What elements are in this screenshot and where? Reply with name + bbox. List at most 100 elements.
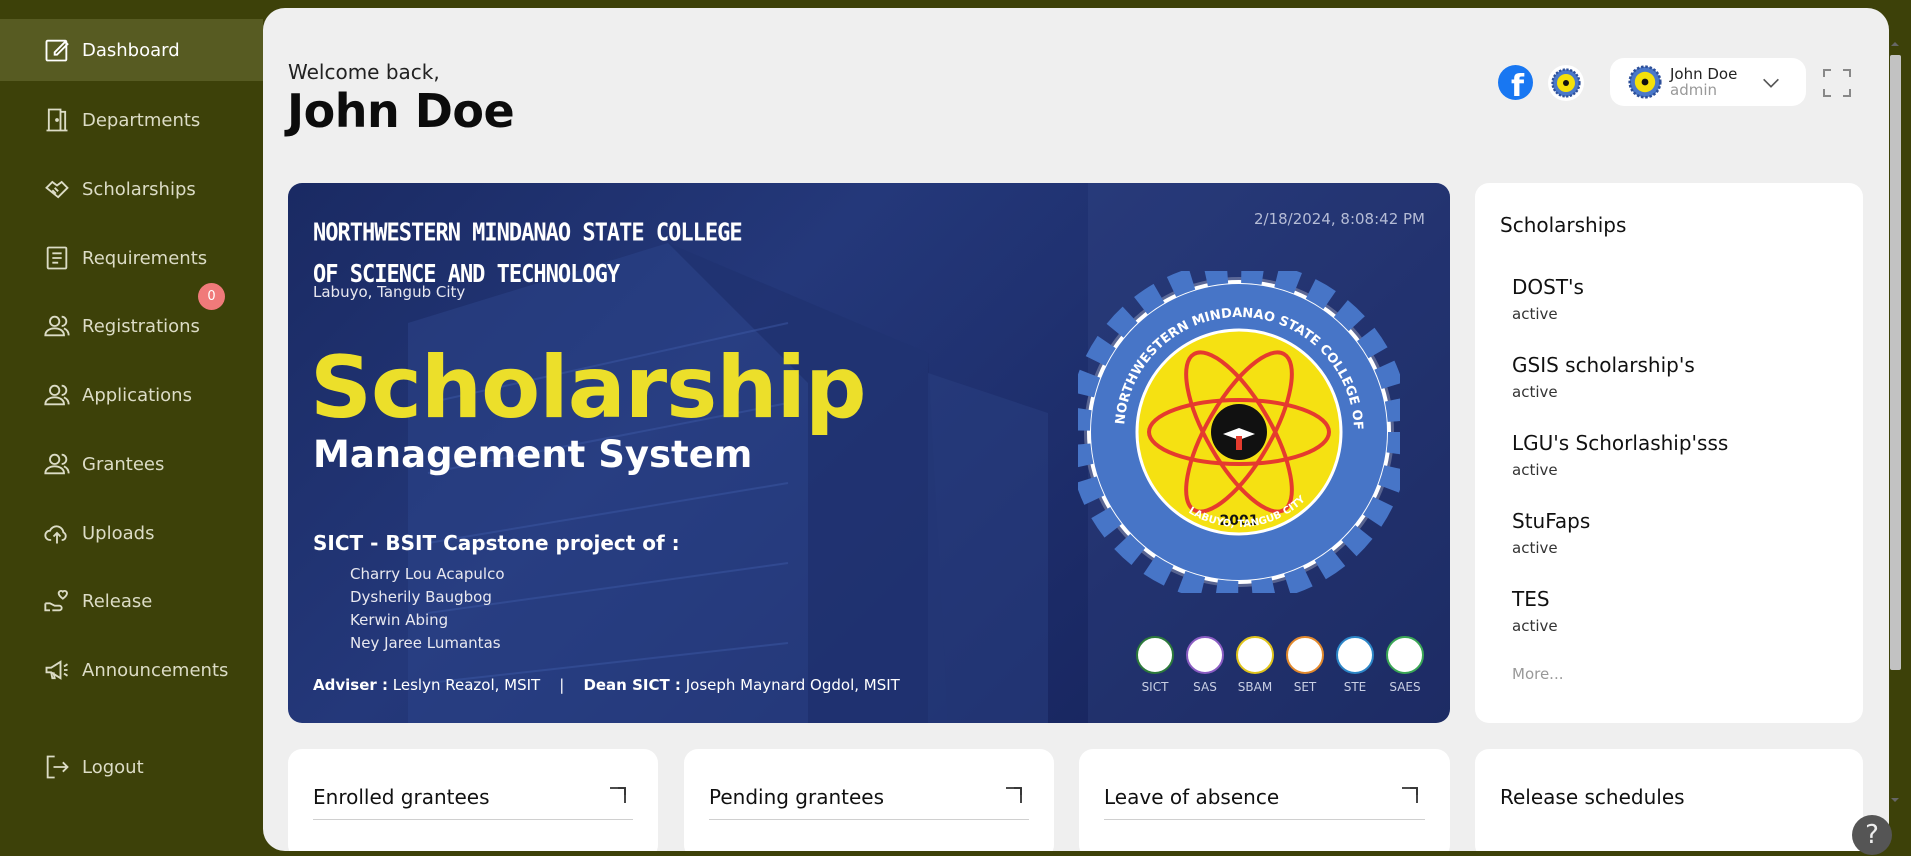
help-button[interactable]: ?	[1852, 815, 1892, 855]
separator: |	[559, 676, 565, 694]
pending-grantees-card: Pending grantees	[684, 749, 1054, 851]
sidebar-item-departments[interactable]: Departments	[0, 89, 263, 151]
scholarships-card: Scholarships DOST's active GSIS scholars…	[1475, 183, 1863, 723]
department-logo-set[interactable]: SET	[1286, 636, 1324, 694]
scholarship-name: StuFaps	[1512, 509, 1591, 533]
sidebar-item-label: Uploads	[82, 522, 155, 544]
scholarship-name: DOST's	[1512, 275, 1584, 299]
college-seal-logo: NORTHWESTERN MINDANAO STATE COLLEGE OF S…	[1078, 271, 1400, 593]
scholarship-item[interactable]: TES active	[1512, 587, 1558, 635]
users-icon	[41, 311, 72, 342]
facebook-icon[interactable]: f	[1498, 65, 1533, 100]
sidebar-item-label: Registrations	[82, 315, 200, 337]
scholarship-status: active	[1512, 617, 1558, 635]
card-title: Release schedules	[1500, 785, 1685, 809]
member-name: Dysherily Baugbog	[350, 588, 492, 606]
scrollbar-thumb[interactable]	[1890, 55, 1901, 670]
main-panel: Welcome back, John Doe f John Doe admin	[263, 8, 1889, 851]
sidebar-item-scholarships[interactable]: Scholarships	[0, 158, 263, 220]
registrations-count-badge: 0	[198, 283, 225, 310]
project-heading: SICT - BSIT Capstone project of :	[313, 531, 680, 555]
scholarship-item[interactable]: StuFaps active	[1512, 509, 1590, 557]
department-label: SBAM	[1237, 680, 1273, 694]
user-name: John Doe	[1670, 65, 1738, 83]
sidebar-item-dashboard[interactable]: Dashboard	[0, 19, 263, 81]
enrolled-grantees-card: Enrolled grantees	[288, 749, 658, 851]
department-logo-sict[interactable]: SICT	[1136, 636, 1174, 694]
scholarship-name: TES	[1512, 587, 1550, 611]
department-label: SAS	[1193, 680, 1217, 694]
scholarship-item[interactable]: LGU's Schorlaship'sss active	[1512, 431, 1728, 479]
chevron-down-icon[interactable]	[1760, 72, 1782, 94]
sidebar-item-announcements[interactable]: Announcements	[0, 639, 263, 701]
member-name: Kerwin Abing	[350, 611, 449, 629]
scholarship-item[interactable]: DOST's active	[1512, 275, 1584, 323]
sidebar-item-grantees[interactable]: Grantees	[0, 433, 263, 495]
member-name: Charry Lou Acapulco	[350, 565, 505, 583]
edit-icon	[41, 35, 72, 66]
user-menu[interactable]: John Doe admin	[1610, 58, 1806, 106]
scholarship-status: active	[1512, 539, 1558, 557]
college-logo-icon[interactable]	[1548, 65, 1584, 101]
release-schedules-card: Release schedules	[1475, 749, 1863, 851]
adviser-line: Adviser : Leslyn Reazol, MSIT | Dean SIC…	[313, 676, 900, 694]
welcome-text: Welcome back,	[288, 60, 440, 84]
divider	[1104, 819, 1425, 820]
scrollbar[interactable]	[1885, 30, 1905, 810]
expand-icon[interactable]	[1400, 785, 1420, 805]
member-name: Ney Jaree Lumantas	[350, 634, 501, 652]
logout-label: Logout	[82, 756, 144, 778]
scholarship-status: active	[1512, 305, 1558, 323]
megaphone-icon	[41, 655, 72, 686]
college-name-line1: NORTHWESTERN MINDANAO STATE COLLEGE	[313, 218, 743, 248]
expand-icon[interactable]	[1004, 785, 1024, 805]
sidebar-item-applications[interactable]: Applications	[0, 364, 263, 426]
department-logo-sbam[interactable]: SBAM	[1236, 636, 1274, 694]
sidebar: Dashboard Departments Scholarships Requi…	[0, 0, 263, 856]
scholarship-status: active	[1512, 461, 1558, 479]
card-title: Enrolled grantees	[313, 785, 490, 809]
dean-label: Dean SICT :	[583, 676, 681, 694]
expand-icon[interactable]	[608, 785, 628, 805]
sidebar-item-registrations[interactable]: Registrations 0	[0, 283, 263, 357]
system-title: Scholarship	[310, 338, 867, 438]
sidebar-item-label: Requirements	[82, 247, 208, 269]
sidebar-item-uploads[interactable]: Uploads	[0, 502, 263, 564]
sidebar-item-label: Release	[82, 590, 153, 612]
sidebar-item-label: Scholarships	[82, 178, 196, 200]
user-avatar	[1628, 65, 1662, 99]
cloud-upload-icon	[41, 518, 72, 549]
adviser-label: Adviser :	[313, 676, 388, 694]
scholarship-name: GSIS scholarship's	[1512, 353, 1695, 377]
scholarship-item[interactable]: GSIS scholarship's active	[1512, 353, 1695, 401]
scholarship-name: LGU's Schorlaship'sss	[1512, 431, 1729, 455]
scroll-down-icon[interactable]	[1885, 794, 1905, 806]
department-logos: SICT SAS SBAM SET STE SAES	[1136, 636, 1424, 694]
users-icon	[41, 380, 72, 411]
divider	[709, 819, 1029, 820]
department-label: SICT	[1141, 680, 1169, 694]
document-icon	[41, 243, 72, 274]
hero-banner: NORTHWESTERN MINDANAO STATE COLLEGE OF S…	[288, 183, 1450, 723]
sidebar-item-release[interactable]: Release	[0, 570, 263, 632]
department-logo-ste[interactable]: STE	[1336, 636, 1374, 694]
sidebar-item-label: Departments	[82, 109, 201, 131]
leave-of-absence-card: Leave of absence	[1079, 749, 1450, 851]
users-icon	[41, 449, 72, 480]
fullscreen-icon[interactable]	[1822, 68, 1852, 98]
department-label: STE	[1343, 680, 1367, 694]
department-logo-saes[interactable]: SAES	[1386, 636, 1424, 694]
department-label: SAES	[1389, 680, 1421, 694]
sidebar-item-requirements[interactable]: Requirements	[0, 227, 263, 289]
sidebar-item-label: Applications	[82, 384, 192, 406]
card-title: Pending grantees	[709, 785, 885, 809]
more-scholarships-link[interactable]: More...	[1512, 665, 1564, 683]
department-logo-sas[interactable]: SAS	[1186, 636, 1224, 694]
logout-button[interactable]: Logout	[0, 736, 263, 798]
scroll-up-icon[interactable]	[1885, 38, 1905, 50]
page-title: John Doe	[287, 84, 515, 138]
logout-icon	[41, 752, 72, 783]
system-subtitle: Management System	[313, 433, 753, 476]
card-title: Leave of absence	[1104, 785, 1280, 809]
dean-name: Joseph Maynard Ogdol, MSIT	[685, 676, 900, 694]
